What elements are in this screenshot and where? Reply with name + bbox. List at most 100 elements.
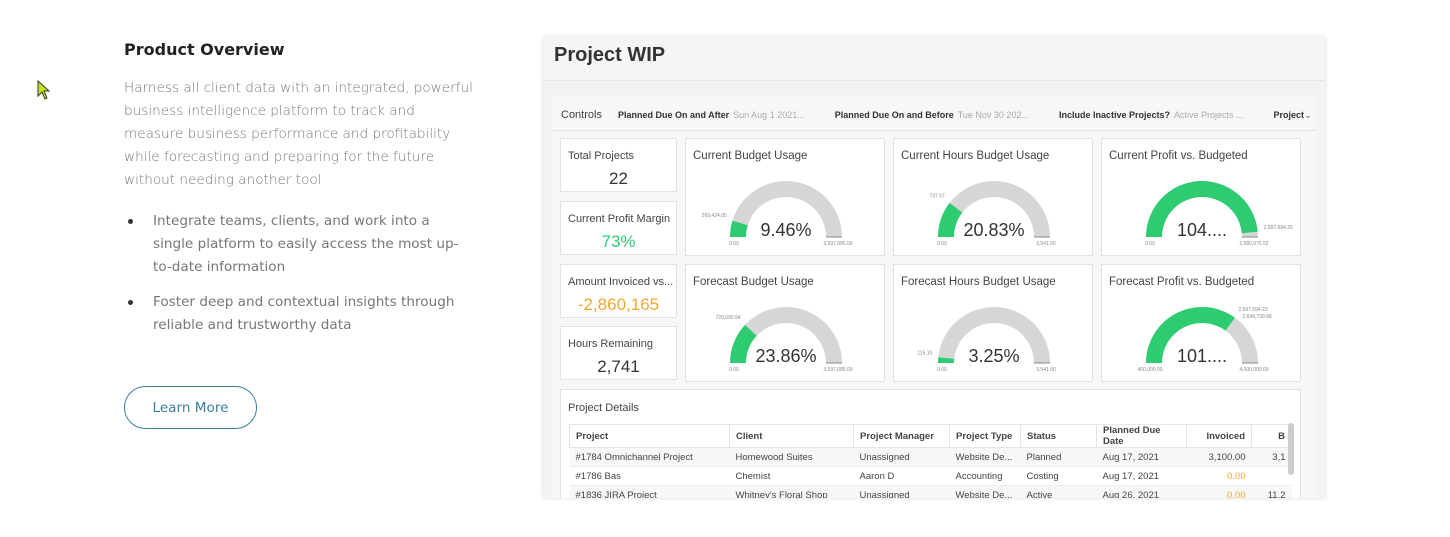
gauge-max: 3,597,685.00: [823, 367, 852, 373]
gauge-marker-label: 729,690.94: [716, 315, 741, 321]
table-row[interactable]: #1786 Bas Chemist Aaron D Accounting Costing…: [569, 466, 1292, 486]
column-header[interactable]: Project Type: [949, 424, 1021, 448]
filter-value[interactable]: Sun Aug 1 2021...: [733, 110, 805, 120]
gauge-marker-label-2: 2,694,730.68: [1242, 314, 1271, 320]
table-row[interactable]: #1784 Omnichannel Project Homewood Suites…: [569, 447, 1292, 467]
feature-list: Integrate teams, clients, and work into …: [124, 210, 474, 349]
table-cell: #1784 Omnichannel Project: [569, 447, 730, 467]
gauge-chart: 3.25% 0.00 3,541.00 115.10: [917, 307, 1056, 373]
gauge-value: 23.86%: [755, 346, 816, 366]
kpi-card: Hours Remaining 2,741: [560, 326, 677, 380]
chevron-down-icon[interactable]: ⌄: [1304, 110, 1312, 121]
table-cell: Website De...: [949, 447, 1021, 467]
gauge-card: Current Budget Usage 9.46% 0.00 3,597,68…: [685, 138, 885, 256]
controls-label: Controls: [561, 109, 602, 121]
table-cell: Aaron D: [853, 466, 950, 486]
gauge-value: 20.83%: [963, 220, 1024, 240]
filter-name: Include Inactive Projects?: [1058, 110, 1171, 120]
table-cell: Planned: [1020, 447, 1097, 467]
kpi-label: Hours Remaining: [568, 338, 653, 350]
kpi-card: Current Profit Margin 73%: [560, 201, 677, 255]
table-cell: Whitney's Floral Shop: [729, 485, 854, 498]
gauge-max: 4,000,000.00: [1239, 367, 1268, 373]
bullet-icon: [128, 300, 133, 305]
project-filter[interactable]: Project: [1274, 110, 1305, 120]
table-cell: Unassigned: [853, 485, 950, 498]
table-cell: Accounting: [949, 466, 1021, 486]
controls-bar: Controls Planned Due On and After Sun Aug…: [551, 100, 1317, 131]
gauge-max: 3,597,685.00: [823, 241, 852, 247]
dashboard-screenshot: Project WIP Controls Planned Due On and …: [543, 37, 1325, 498]
gauge-card: Forecast Hours Budget Usage 3.25% 0.00 3…: [893, 264, 1093, 382]
column-header[interactable]: B: [1251, 424, 1292, 448]
filter-value[interactable]: Active Projects ...: [1174, 110, 1244, 120]
kpi-value: -2,860,165: [577, 295, 660, 314]
gauge-value: 9.46%: [760, 220, 811, 240]
feature-text: Foster deep and contextual insights thro…: [153, 294, 455, 333]
kpi-value: 2,741: [597, 357, 640, 376]
column-header[interactable]: Project Manager: [853, 424, 950, 448]
kpi-card: Amount Invoiced vs... -2,860,165: [560, 264, 677, 318]
table-scrollbar[interactable]: [1288, 423, 1294, 475]
table-cell: Active: [1020, 485, 1097, 498]
column-header[interactable]: Invoiced: [1186, 424, 1252, 448]
gauge-marker-label: 115.10: [917, 351, 932, 357]
learn-more-button[interactable]: Learn More: [124, 386, 257, 429]
gauge-card: Current Profit vs. Budgeted 104.... 0.00…: [1101, 138, 1301, 256]
project-details-card: Project Details Project Client Project Man…: [560, 389, 1301, 498]
table-cell: Homewood Suites: [729, 447, 854, 467]
gauge-marker-label: 737.57: [930, 193, 946, 199]
table-cell: Website De...: [949, 485, 1021, 498]
gauge-min: 0.00: [937, 241, 947, 247]
gauge-min: 0.00: [729, 241, 739, 247]
gauge-max: 3,541.00: [1036, 367, 1056, 373]
table-cell: 0.00: [1186, 466, 1252, 486]
table-cell: Chemist: [729, 466, 854, 486]
gauge-value: 101....: [1177, 346, 1227, 366]
table-cell: Aug 26, 2021: [1096, 485, 1187, 498]
table-cell: 3,100.00: [1186, 447, 1252, 467]
gauge-marker-label: 2,697,694.23: [1238, 307, 1267, 313]
gauge-chart: 9.46% 0.00 3,597,685.00 269,424.05: [702, 181, 853, 247]
kpi-label: Current Profit Margin: [568, 213, 671, 225]
filter-name: Planned Due On and Before: [834, 110, 954, 120]
filter-name: Planned Due On and After: [617, 110, 730, 120]
column-header[interactable]: Client: [729, 424, 854, 448]
kpi-card: Total Projects 22: [560, 138, 677, 192]
table-cell: [1251, 466, 1292, 486]
table-cell: 0.00: [1186, 485, 1252, 498]
kpi-label: Total Projects: [568, 150, 635, 162]
gauge-marker-label: 2,697,694.25: [1264, 225, 1293, 231]
project-details-table: Project Client Project Manager Project Type…: [569, 424, 1292, 498]
project-details-title: Project Details: [568, 402, 639, 414]
gauge-max: 2,580,975.52: [1239, 241, 1268, 247]
kpi-value: 22: [609, 169, 628, 188]
column-header[interactable]: Project: [569, 424, 730, 448]
gauge-chart: 104.... 0.00 2,580,975.52 2,697,694.25: [1145, 181, 1293, 247]
gauge-chart: 101.... 400,000.00 4,000,000.00 2,697,69…: [1137, 307, 1271, 373]
gauge-max: 3,541.00: [1036, 241, 1056, 247]
gauge-marker-label: 269,424.05: [702, 213, 727, 219]
table-cell: #1786 Bas: [569, 466, 730, 486]
section-title: Product Overview: [124, 40, 285, 59]
gauge-card: Forecast Profit vs. Budgeted 101.... 400…: [1101, 264, 1301, 382]
gauge-min: 0.00: [729, 367, 739, 373]
feature-item: Foster deep and contextual insights thro…: [124, 291, 474, 337]
table-cell: 3,1: [1251, 447, 1292, 467]
gauge-card: Current Hours Budget Usage 20.83% 0.00 3…: [893, 138, 1093, 256]
table-cell: 11,2: [1251, 485, 1292, 498]
column-header[interactable]: Status: [1020, 424, 1097, 448]
filter-value[interactable]: Tue Nov 30 202...: [958, 110, 1029, 120]
gauge-value: 3.25%: [968, 346, 1019, 366]
gauge-chart: 23.86% 0.00 3,597,685.00 729,690.94: [716, 307, 853, 373]
table-cell: Unassigned: [853, 447, 950, 467]
mouse-cursor-icon: [37, 80, 51, 100]
column-header[interactable]: Planned Due Date: [1096, 424, 1187, 448]
feature-item: Integrate teams, clients, and work into …: [124, 210, 474, 279]
dashboard-title: Project WIP: [554, 44, 666, 66]
kpi-label: Amount Invoiced vs...: [568, 276, 674, 288]
gauge-min: 0.00: [937, 367, 947, 373]
section-description: Harness all client data with an integrat…: [124, 80, 473, 188]
bullet-icon: [128, 219, 133, 224]
table-row[interactable]: #1836 JIRA Project Whitney's Floral Shop U…: [569, 485, 1292, 498]
